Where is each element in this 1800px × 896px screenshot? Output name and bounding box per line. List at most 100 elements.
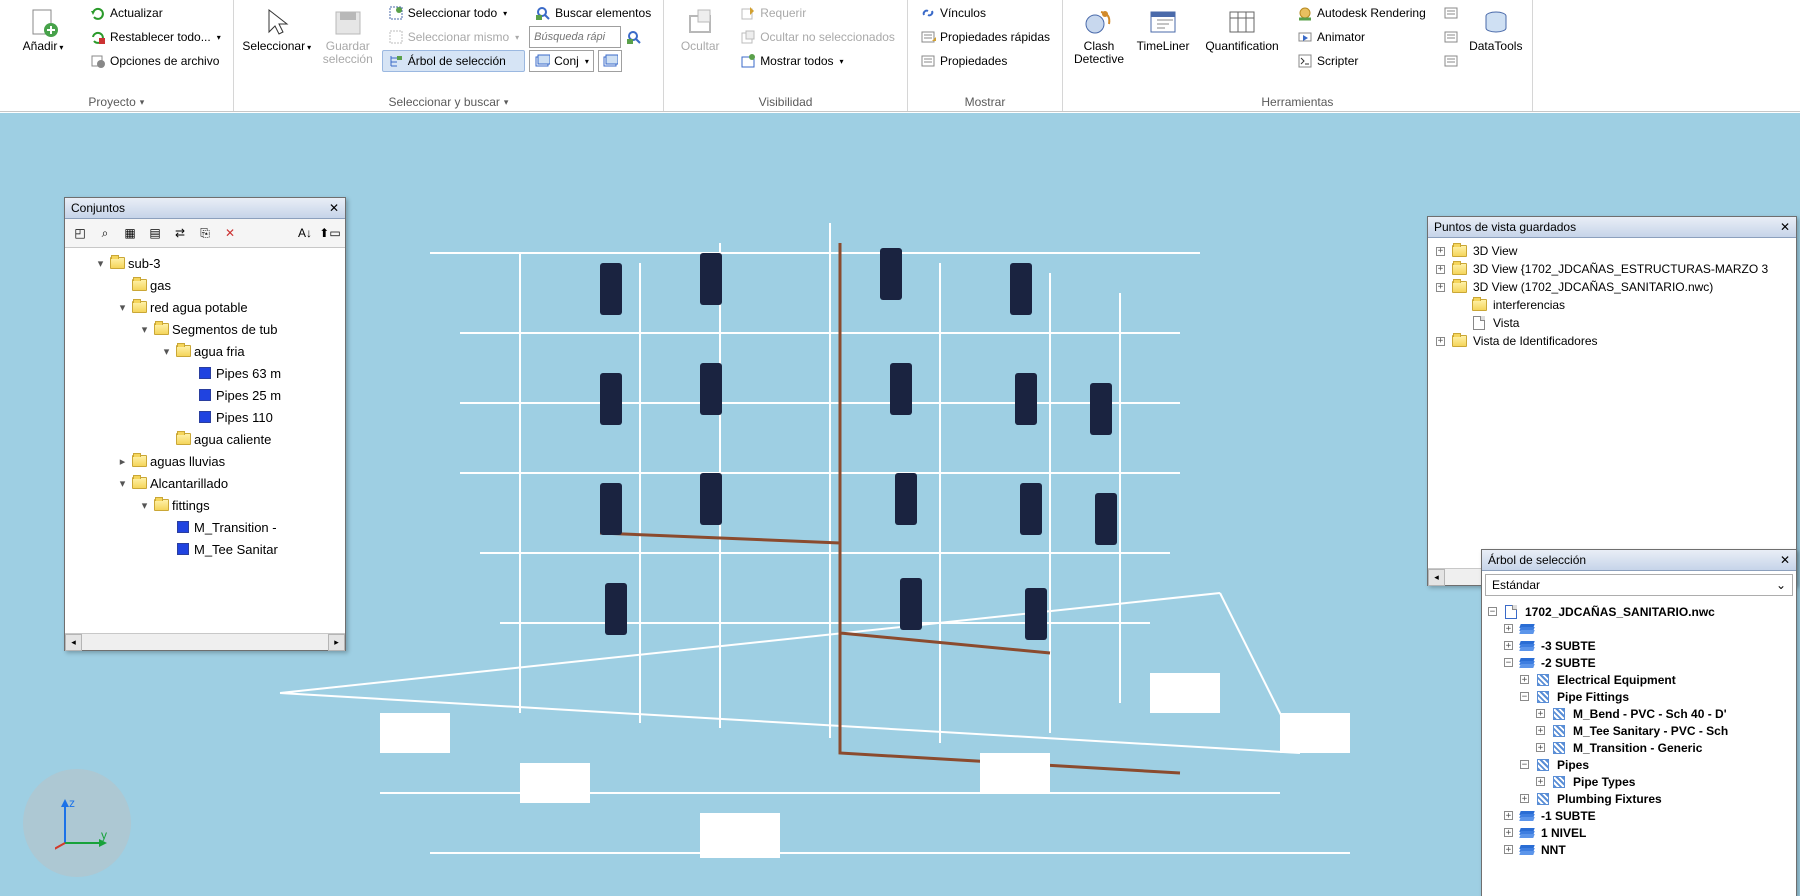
ribbon-group-label[interactable]: Proyecto▾: [6, 92, 227, 111]
expand-icon[interactable]: +: [1504, 811, 1513, 820]
tree-item[interactable]: ▾fittings: [69, 494, 345, 516]
tb-icon[interactable]: ✕: [219, 222, 241, 244]
expand-icon[interactable]: −: [1488, 607, 1497, 616]
selection-tree-item[interactable]: +M_Transition - Generic: [1486, 739, 1796, 756]
tb-icon[interactable]: ⎘: [194, 222, 216, 244]
tree-item[interactable]: ▾agua fria: [69, 340, 345, 362]
tree-item[interactable]: M_Transition -: [69, 516, 345, 538]
expand-icon[interactable]: +: [1520, 794, 1529, 803]
viewpoint-item[interactable]: +3D View: [1432, 242, 1796, 260]
tree-item[interactable]: M_Tee Sanitar: [69, 538, 345, 560]
viewpoint-item[interactable]: +3D View {1702_JDCAÑAS_ESTRUCTURAS-MARZO…: [1432, 260, 1796, 278]
viewpoint-item[interactable]: +Vista de Identificadores: [1432, 332, 1796, 350]
tree-item[interactable]: Pipes 25 m: [69, 384, 345, 406]
ribbon-animator[interactable]: Animator: [1291, 26, 1432, 48]
ribbon-sets[interactable]: Conj▾: [529, 50, 594, 72]
ribbon-props[interactable]: Propiedades: [914, 50, 1056, 72]
close-icon[interactable]: ✕: [1780, 220, 1790, 234]
import-icon[interactable]: ⬆▭: [319, 222, 341, 244]
expand-icon[interactable]: −: [1504, 658, 1513, 667]
twist-icon[interactable]: ▾: [95, 257, 106, 270]
ribbon-page-add[interactable]: Añadir▾: [6, 2, 80, 57]
ribbon-find[interactable]: Buscar elementos: [529, 2, 657, 24]
ribbon-scripter[interactable]: Scripter: [1291, 50, 1432, 72]
ribbon-quantif[interactable]: Quantification: [1197, 2, 1287, 57]
panel-title[interactable]: Árbol de selección ✕: [1482, 550, 1796, 571]
selection-tree-item[interactable]: −-2 SUBTE: [1486, 654, 1796, 671]
expand-icon[interactable]: +: [1436, 337, 1445, 346]
search-icon[interactable]: [623, 26, 645, 48]
viewpoint-item[interactable]: +3D View (1702_JDCAÑAS_SANITARIO.nwc): [1432, 278, 1796, 296]
tree-item[interactable]: ▾Segmentos de tub: [69, 318, 345, 340]
tb-icon[interactable]: ▤: [144, 222, 166, 244]
selection-mode-combo[interactable]: Estándar ⌄: [1485, 574, 1793, 596]
tree-item[interactable]: Pipes 63 m: [69, 362, 345, 384]
selection-tree-item[interactable]: −1702_JDCAÑAS_SANITARIO.nwc: [1486, 603, 1796, 620]
tb-icon[interactable]: ◰: [69, 222, 91, 244]
twist-icon[interactable]: ▾: [139, 499, 150, 512]
expand-icon[interactable]: +: [1504, 828, 1513, 837]
ribbon-rendering[interactable]: Autodesk Rendering: [1291, 2, 1432, 24]
expand-icon[interactable]: −: [1520, 692, 1529, 701]
viewpoints-tree[interactable]: +3D View+3D View {1702_JDCAÑAS_ESTRUCTUR…: [1428, 238, 1796, 568]
tree-item[interactable]: ▾Alcantarillado: [69, 472, 345, 494]
expand-icon[interactable]: +: [1436, 265, 1445, 274]
selection-tree[interactable]: −1702_JDCAÑAS_SANITARIO.nwc++-3 SUBTE−-2…: [1482, 599, 1796, 896]
expand-icon[interactable]: +: [1536, 743, 1545, 752]
selection-tree-item[interactable]: −Pipe Fittings: [1486, 688, 1796, 705]
panel-title[interactable]: Conjuntos ✕: [65, 198, 345, 219]
expand-icon[interactable]: +: [1536, 709, 1545, 718]
ribbon-links[interactable]: Vínculos: [914, 2, 1056, 24]
tree-item[interactable]: gas: [69, 274, 345, 296]
selection-tree-item[interactable]: +1 NIVEL: [1486, 824, 1796, 841]
selection-tree-item[interactable]: +Pipe Types: [1486, 773, 1796, 790]
sort-icon[interactable]: A↓: [294, 222, 316, 244]
expand-icon[interactable]: +: [1436, 247, 1445, 256]
viewcube-compass[interactable]: z y x: [23, 769, 131, 877]
ribbon-datatools[interactable]: DataTools: [1466, 2, 1526, 57]
ribbon-file-opts[interactable]: Opciones de archivo: [84, 50, 227, 72]
selection-tree-item[interactable]: +M_Tee Sanitary - PVC - Sch: [1486, 722, 1796, 739]
tool-icon[interactable]: [1440, 26, 1462, 48]
ribbon-quick-props[interactable]: Propiedades rápidas: [914, 26, 1056, 48]
selection-tree-item[interactable]: +NNT: [1486, 841, 1796, 858]
expand-icon[interactable]: +: [1520, 675, 1529, 684]
tool-icon[interactable]: [1440, 50, 1462, 72]
expand-icon[interactable]: +: [1504, 624, 1513, 633]
close-icon[interactable]: ✕: [329, 201, 339, 215]
scroll-left[interactable]: ◂: [65, 634, 82, 651]
tb-icon[interactable]: ▦: [119, 222, 141, 244]
tool-icon[interactable]: [1440, 2, 1462, 24]
tree-item[interactable]: ▾red agua potable: [69, 296, 345, 318]
twist-icon[interactable]: ▾: [161, 345, 172, 358]
expand-icon[interactable]: +: [1436, 283, 1445, 292]
ribbon-clash[interactable]: ClashDetective: [1069, 2, 1129, 70]
selection-tree-item[interactable]: +Electrical Equipment: [1486, 671, 1796, 688]
ribbon-show-all[interactable]: Mostrar todos▾: [734, 50, 901, 72]
ribbon-refresh[interactable]: Actualizar: [84, 2, 227, 24]
expand-icon[interactable]: +: [1504, 641, 1513, 650]
twist-icon[interactable]: ▾: [117, 477, 128, 490]
scrollbar-horizontal[interactable]: ◂ ▸: [65, 633, 345, 650]
scroll-right[interactable]: ▸: [328, 634, 345, 651]
tree-item[interactable]: ▸aguas lluvias: [69, 450, 345, 472]
selection-tree-item[interactable]: +Plumbing Fixtures: [1486, 790, 1796, 807]
tb-icon[interactable]: ⌕: [94, 222, 116, 244]
tb-icon[interactable]: ⇄: [169, 222, 191, 244]
close-icon[interactable]: ✕: [1780, 553, 1790, 567]
tree-item[interactable]: Pipes 110: [69, 406, 345, 428]
twist-icon[interactable]: ▾: [139, 323, 150, 336]
selection-tree-item[interactable]: +: [1486, 620, 1796, 637]
viewpoint-item[interactable]: Vista: [1432, 314, 1796, 332]
tree-item[interactable]: agua caliente: [69, 428, 345, 450]
twist-icon[interactable]: ▾: [117, 301, 128, 314]
ribbon-sel-tree[interactable]: Árbol de selección: [382, 50, 525, 72]
selection-tree-item[interactable]: −Pipes: [1486, 756, 1796, 773]
tree-item[interactable]: ▾sub-3: [69, 252, 345, 274]
ribbon-cursor[interactable]: Seleccionar▾: [240, 2, 314, 57]
expand-icon[interactable]: −: [1520, 760, 1529, 769]
quick-search-input[interactable]: [529, 26, 621, 48]
expand-icon[interactable]: +: [1536, 726, 1545, 735]
conjuntos-tree[interactable]: ▾sub-3gas▾red agua potable▾Segmentos de …: [65, 248, 345, 633]
twist-icon[interactable]: ▸: [117, 455, 128, 468]
